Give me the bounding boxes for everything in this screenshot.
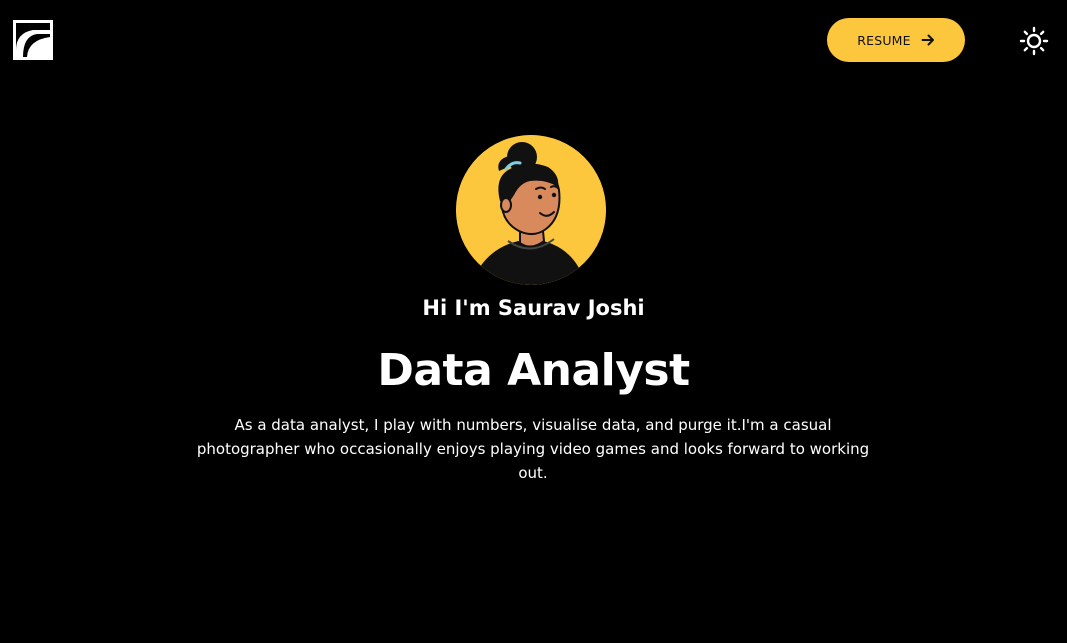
arrow-right-icon: [921, 33, 935, 47]
role-title: Data Analyst: [377, 345, 690, 396]
logo-icon[interactable]: [13, 20, 53, 60]
page: RESUME Hi I'm Saurav Joshi Data Analyst …: [0, 0, 1067, 643]
bio-text: As a data analyst, I play with numbers, …: [196, 416, 870, 482]
resume-button[interactable]: RESUME: [827, 18, 965, 62]
sun-icon[interactable]: [1019, 26, 1049, 56]
avatar: [456, 135, 606, 285]
resume-label: RESUME: [857, 32, 911, 48]
greeting-heading: Hi I'm Saurav Joshi: [422, 296, 645, 320]
